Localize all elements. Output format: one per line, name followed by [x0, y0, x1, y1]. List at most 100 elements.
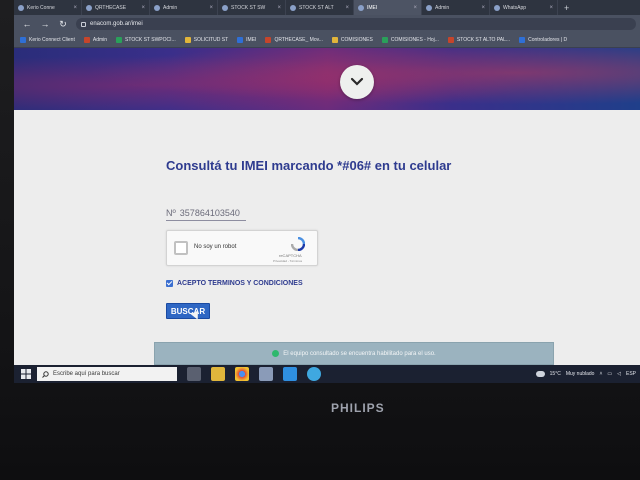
- tab-label: Kerio Conne: [27, 4, 55, 11]
- close-icon[interactable]: ×: [345, 5, 349, 11]
- bookmark-label: SOLICITUD ST: [193, 37, 229, 43]
- forward-arrow-icon[interactable]: →: [40, 19, 50, 29]
- file-explorer-icon[interactable]: [211, 367, 225, 381]
- chevron-down-icon: [350, 77, 364, 86]
- new-tab-button[interactable]: +: [558, 0, 575, 15]
- imei-prefix: Nº: [166, 208, 176, 218]
- bookmark-label: COMISIONES: [340, 37, 373, 43]
- network-icon[interactable]: ▭: [607, 371, 612, 377]
- windows-logo-icon: [21, 369, 31, 379]
- bookmark-comisiones-hoja[interactable]: COMISIONES - Hoj...: [381, 37, 439, 43]
- bookmark-favicon-icon: [237, 37, 244, 43]
- tab-favicon-icon: [86, 4, 92, 11]
- app-icon[interactable]: [307, 367, 321, 381]
- close-icon[interactable]: ×: [549, 5, 553, 11]
- bookmark-stock-alto[interactable]: STOCK ST ALTO PAL...: [447, 37, 511, 43]
- bookmark-label: IMEI: [246, 37, 257, 43]
- tab-label: STOCK ST ALT: [299, 4, 334, 11]
- tab-favicon-icon: [494, 4, 500, 11]
- bookmark-stock-sw[interactable]: STOCK ST SWPOCI...: [116, 37, 176, 43]
- close-icon[interactable]: ×: [73, 5, 77, 11]
- recaptcha-label: No soy un robot: [194, 244, 237, 250]
- browser-tab-strip: Kerio Conne × QRTHECASE × Admin × STOCK ST …: [14, 0, 640, 15]
- bookmark-label: COMISIONES - Hoj...: [390, 37, 439, 43]
- recaptcha-terms[interactable]: Privacidad - Términos: [273, 259, 302, 263]
- windows-start-button[interactable]: [17, 365, 35, 383]
- tab-whatsapp[interactable]: WhatsApp ×: [490, 0, 558, 15]
- bookmark-solicitud[interactable]: SOLICITUD ST: [184, 37, 229, 43]
- chevron-up-icon[interactable]: ˄: [599, 371, 602, 377]
- terms-checkbox-row[interactable]: ACEPTO TERMINOS Y CONDICIONES: [166, 280, 303, 287]
- tab-label: Admin: [163, 4, 178, 11]
- tab-stock-sw[interactable]: STOCK ST SW ×: [218, 0, 286, 15]
- result-banner: El equipo consultado se encuentra habili…: [154, 342, 554, 365]
- cloud-icon: [535, 371, 545, 377]
- terms-checkbox[interactable]: [166, 280, 173, 287]
- bookmark-imei[interactable]: IMEI: [237, 37, 256, 43]
- recaptcha-logo-icon: [291, 237, 305, 251]
- volume-icon[interactable]: ◁: [617, 371, 621, 377]
- monitor-brand-logo: PHILIPS: [331, 401, 385, 415]
- search-placeholder: Escribe aquí para buscar: [53, 371, 120, 377]
- browser-toolbar: ← → ↻ enacom.gob.ar/imei: [14, 15, 640, 33]
- result-message: El equipo consultado se encuentra habili…: [283, 350, 436, 357]
- tab-label: IMEI: [367, 4, 378, 11]
- tab-admin-2[interactable]: Admin ×: [422, 0, 490, 15]
- check-circle-icon: [272, 350, 280, 357]
- bookmark-kerio[interactable]: Kerio Connect Client: [20, 37, 75, 43]
- bookmark-favicon-icon: [519, 37, 526, 43]
- imei-form-section: Consultá tu IMEI marcando *#06# en tu ce…: [14, 110, 640, 365]
- task-view-icon[interactable]: [187, 367, 201, 381]
- temperature[interactable]: 15°C: [550, 371, 561, 377]
- bookmark-label: QRTHECASE_ Mov...: [274, 37, 323, 43]
- outlook-icon[interactable]: [283, 367, 297, 381]
- language-indicator[interactable]: ESP: [626, 371, 636, 377]
- back-arrow-icon[interactable]: ←: [22, 19, 32, 29]
- tab-label: STOCK ST SW: [231, 4, 266, 11]
- bookmarks-bar: Kerio Connect Client Admin STOCK ST SWPO…: [14, 33, 640, 48]
- tab-favicon-icon: [358, 4, 364, 11]
- weather-text[interactable]: Muy nublado: [566, 371, 595, 377]
- recaptcha-checkbox[interactable]: [174, 241, 188, 255]
- tab-favicon-icon: [426, 4, 432, 11]
- lock-icon: [81, 21, 86, 27]
- app-icon[interactable]: [259, 367, 273, 381]
- search-icon: [42, 370, 49, 378]
- search-button[interactable]: BUSCAR: [166, 303, 210, 319]
- close-icon[interactable]: ×: [141, 5, 145, 11]
- tab-kerio[interactable]: Kerio Conne ×: [14, 0, 82, 15]
- tab-favicon-icon: [290, 4, 296, 11]
- imei-field[interactable]: Nº 357864103540: [166, 208, 240, 218]
- system-tray: 15°C Muy nublado ˄ ▭ ◁ ESP: [535, 371, 640, 377]
- windows-taskbar: Escribe aquí para buscar 15°C Muy nublad…: [14, 365, 640, 383]
- bookmark-admin[interactable]: Admin: [83, 37, 107, 43]
- bookmark-controladores[interactable]: Controladores | D: [519, 37, 567, 43]
- bookmark-label: Controladores | D: [528, 37, 568, 43]
- close-icon[interactable]: ×: [413, 5, 417, 11]
- tab-label: QRTHECASE: [95, 4, 127, 11]
- recaptcha-brand: reCAPTCHA: [279, 253, 302, 258]
- bookmark-qrthecase[interactable]: QRTHECASE_ Mov...: [265, 37, 323, 43]
- bookmark-label: STOCK ST ALTO PAL...: [456, 37, 511, 43]
- reload-icon[interactable]: ↻: [58, 19, 68, 30]
- bookmark-comisiones[interactable]: COMISIONES: [331, 37, 373, 43]
- bookmark-label: Kerio Connect Client: [29, 37, 75, 43]
- bookmark-favicon-icon: [447, 37, 454, 43]
- close-icon[interactable]: ×: [277, 5, 281, 11]
- tab-stock-alto[interactable]: STOCK ST ALT ×: [286, 0, 354, 15]
- recaptcha-widget: No soy un robot reCAPTCHA Privacidad - T…: [166, 230, 318, 266]
- terms-label: ACEPTO TERMINOS Y CONDICIONES: [177, 280, 303, 287]
- screen: Kerio Conne × QRTHECASE × Admin × STOCK ST …: [14, 0, 640, 383]
- tab-admin[interactable]: Admin ×: [150, 0, 218, 15]
- tab-imei[interactable]: IMEI ×: [354, 0, 422, 15]
- scroll-down-button[interactable]: [340, 65, 374, 99]
- chrome-icon[interactable]: [235, 367, 249, 381]
- address-bar[interactable]: enacom.gob.ar/imei: [76, 18, 636, 30]
- taskbar-search-box[interactable]: Escribe aquí para buscar: [37, 367, 177, 381]
- tab-label: Admin: [435, 4, 450, 11]
- close-icon[interactable]: ×: [481, 5, 485, 11]
- close-icon[interactable]: ×: [209, 5, 213, 11]
- tab-qrthecase[interactable]: QRTHECASE ×: [82, 0, 150, 15]
- bookmark-favicon-icon: [184, 37, 191, 43]
- monitor-frame: Kerio Conne × QRTHECASE × Admin × STOCK ST …: [0, 0, 640, 480]
